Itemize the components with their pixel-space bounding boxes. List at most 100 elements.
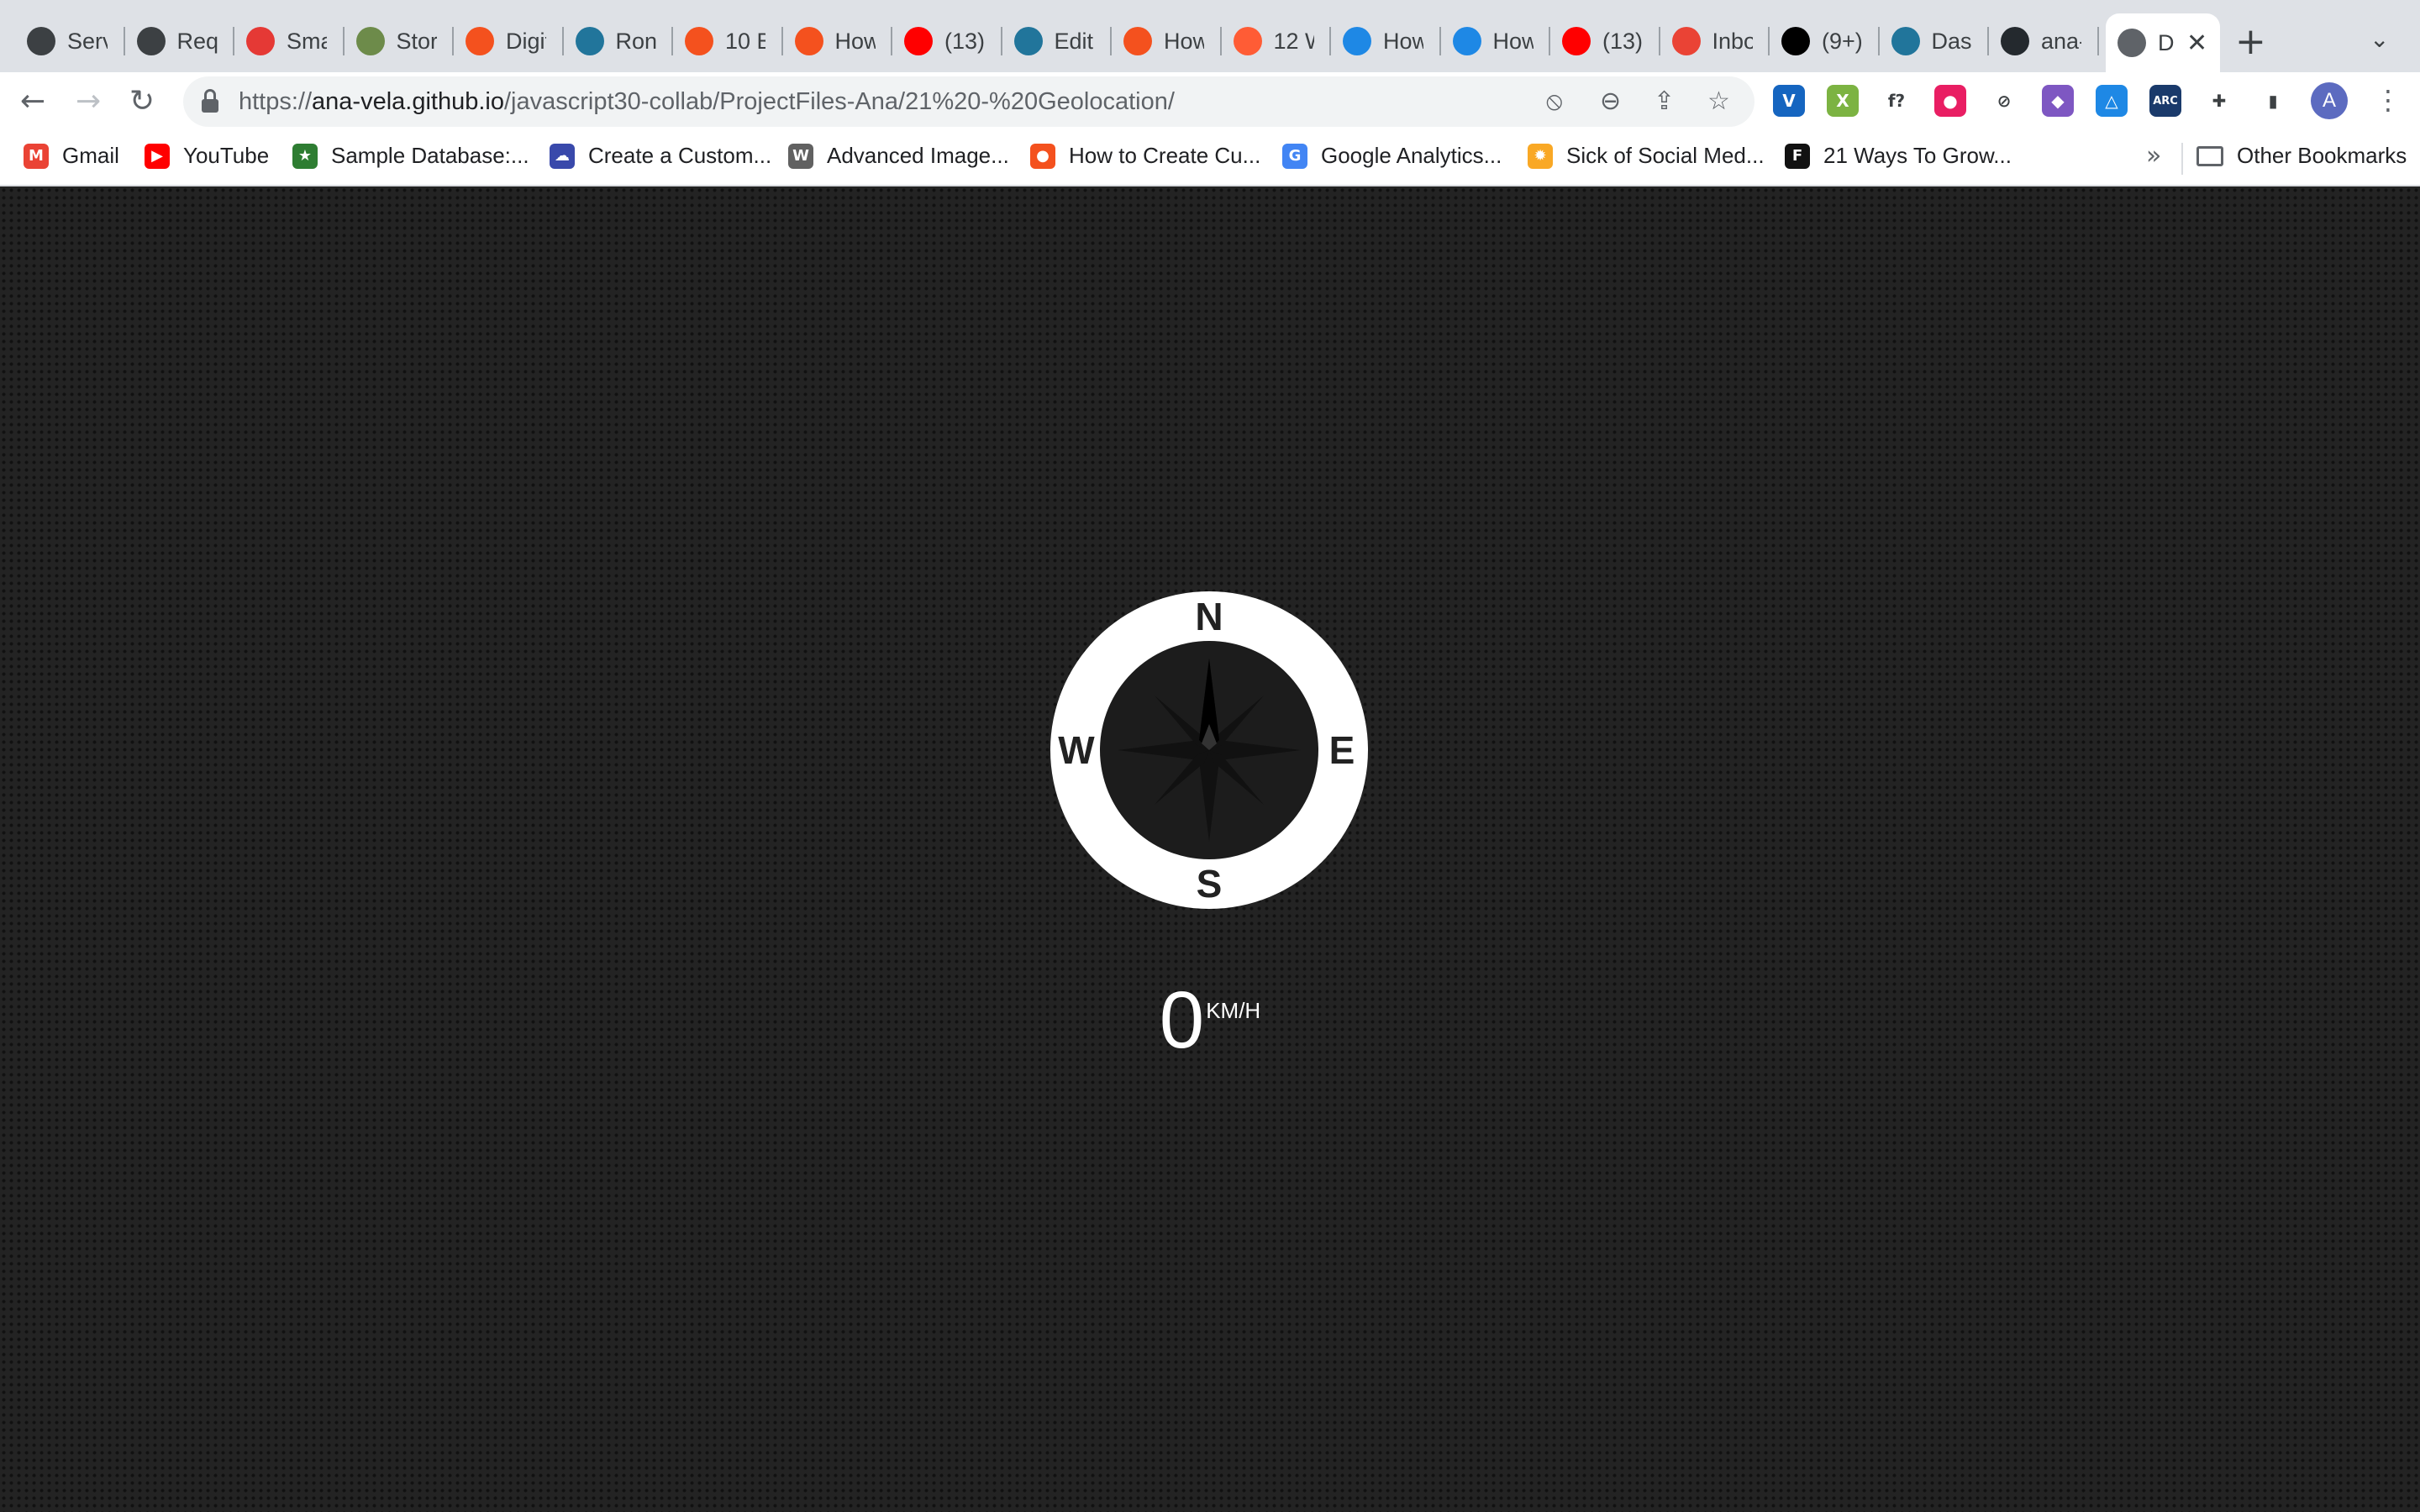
close-tab-icon[interactable]: ✕ [2186,29,2207,58]
bookmark-item[interactable]: G Google Analytics... [1282,143,1502,169]
browser-tab[interactable]: How [1441,15,1550,67]
location-blocked-icon[interactable]: ⦸ [1546,87,1563,116]
browser-tab[interactable]: Rone [564,15,673,67]
tab-search-chevron-icon[interactable]: ⌄ [2370,25,2389,53]
bookmarks-divider [2181,143,2183,175]
vue-devtools-icon[interactable]: V [1773,85,1805,117]
bookmark-star-icon[interactable]: ☆ [1707,87,1730,116]
gmail-icon: M [24,143,49,169]
storybook-icon [355,27,385,55]
profile-avatar[interactable]: A [2311,82,2348,119]
digital-icon [466,27,494,55]
compass-north-label: N [1195,595,1223,638]
bookmark-item[interactable]: ☁ Create a Custom... [550,143,771,169]
bookmark-label: 21 Ways To Grow... [1823,143,2012,168]
browser-tab[interactable]: How [1331,15,1441,67]
speed-units: KM/H [1206,998,1261,1023]
url-text[interactable]: https://ana-vela.github.io/javascript30-… [239,88,1175,116]
sidepanel-icon[interactable]: ▮ [2257,85,2289,117]
sunflower-icon: ✹ [1528,143,1553,169]
browser-tab[interactable]: Inbo [1660,15,1770,67]
menu-kebab-icon[interactable]: ⋮ [2375,84,2402,116]
xml-icon[interactable]: X [1827,85,1859,117]
whatfont-icon[interactable]: f? [1881,85,1912,117]
new-tab-button[interactable]: + [2235,20,2266,63]
bookmark-item[interactable]: M Gmail [24,143,119,169]
browser-tab[interactable]: Serv [15,15,125,67]
browser-tab[interactable]: (9+) [1770,15,1880,67]
bookmark-item[interactable]: ▶ YouTube [145,143,269,169]
browser-tab[interactable]: (13) [892,15,1002,67]
kinsta-icon [1452,27,1481,55]
speed-value: 0 [1159,975,1205,1065]
chat-bubble-icon: ● [1030,143,1055,169]
browser-tab[interactable]: D ✕ [2106,13,2220,72]
browser-tab[interactable]: Requ [125,15,234,67]
tab-title: (13) [944,28,985,54]
zoom-icon[interactable]: ⊖ [1600,87,1621,116]
bookmark-label: Advanced Image... [827,143,1009,168]
reload-icon[interactable]: ↻ [129,84,155,118]
share-icon[interactable]: ⇪ [1654,87,1675,116]
wordpress-icon [1891,27,1920,55]
tab-title: 12 W [1273,28,1314,54]
tab-title: Rone [615,28,656,54]
tab-title: Digit [506,28,546,54]
wordpress-icon [136,27,166,55]
hubspot-icon [1233,27,1262,55]
bookmark-item[interactable]: W Advanced Image... [788,143,1009,169]
browser-tab[interactable]: Digit [454,15,564,67]
tab-title: Inbo [1712,28,1753,54]
puzzle-icon[interactable]: ✚ [2203,85,2235,117]
tab-separator [2096,27,2099,55]
forward-arrow-icon[interactable]: → [76,84,101,118]
browser-tab[interactable]: How [783,15,892,67]
notion-icon [1781,27,1810,55]
address-bar[interactable]: https://ana-vela.github.io/javascript30-… [183,76,1754,127]
bookmark-item[interactable]: F 21 Ways To Grow... [1785,143,2012,169]
wordpress-icon: W [788,143,813,169]
browser-tab[interactable]: ana- [1989,15,2099,67]
browser-tab[interactable]: How [1112,15,1222,67]
page-content: N S W E 0KM/H [0,186,2420,1512]
bookmark-label: Gmail [62,143,119,168]
f-logo-icon: F [1785,143,1810,169]
browser-tab[interactable]: 10 B [673,15,783,67]
wordpress-icon [27,27,55,55]
globe-icon [2118,29,2146,57]
github-icon [2001,27,2029,55]
bookmark-item[interactable]: ★ Sample Database:... [292,143,529,169]
bookmark-item[interactable]: ✹ Sick of Social Med... [1528,143,1765,169]
browser-tab[interactable]: 12 W [1222,15,1331,67]
bookmarks-overflow-icon[interactable]: » [2146,141,2161,171]
kinsta-icon [1343,27,1371,55]
layers-icon[interactable]: ◆ [2042,85,2074,117]
tab-title: How [834,28,876,54]
compass-ext-icon[interactable]: ⊘ [1988,85,2020,117]
tab-title: Edit [1054,28,1094,54]
bookmark-label: Google Analytics... [1321,143,1502,168]
compass-south-label: S [1197,862,1223,906]
tab-title: How [1383,28,1423,54]
lock-icon[interactable] [202,89,218,113]
browser-tab[interactable]: Stor [345,15,454,67]
compass-icon: N S W E [1050,591,1368,909]
chat-bubble-icon [794,27,823,55]
youtube-icon [904,27,933,55]
other-bookmarks-folder[interactable]: Other Bookmarks [2196,143,2407,169]
color-wheel-icon[interactable]: ● [1934,85,1966,117]
compass-east-label: E [1329,728,1355,772]
google-icon: G [1282,143,1307,169]
arc-icon[interactable]: ARC [2149,85,2181,117]
triangle-icon[interactable]: △ [2096,85,2128,117]
browser-tab[interactable]: (13) [1550,15,1660,67]
back-arrow-icon[interactable]: ← [20,84,45,118]
compass-west-label: W [1058,728,1095,772]
browser-tab[interactable]: Edit [1002,15,1112,67]
bookmark-item[interactable]: ● How to Create Cu... [1030,143,1260,169]
star-badge-icon: ★ [292,143,318,169]
speed-readout: 0KM/H [0,974,2420,1067]
bookmark-label: How to Create Cu... [1069,143,1261,168]
browser-tab[interactable]: Dasl [1880,15,1989,67]
browser-tab[interactable]: Sma [234,15,345,67]
